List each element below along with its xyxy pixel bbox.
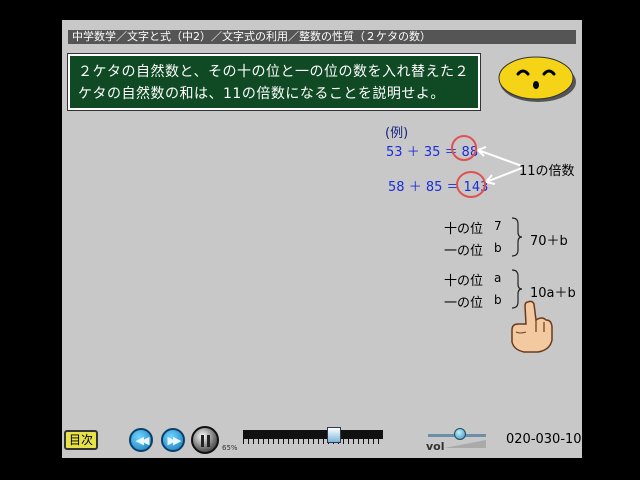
pointing-hand-icon <box>511 300 553 353</box>
seek-track <box>243 430 383 439</box>
eq1-op: ＋ <box>406 145 420 160</box>
volume-label: vol <box>426 440 445 453</box>
brace-icon-1 <box>511 217 523 257</box>
eq1-b: 35 <box>423 145 441 160</box>
app-stage: 中学数学／文字と式（中2）／文字式の利用／整数の性質（２ケタの数） ２ケタの自然… <box>0 0 640 480</box>
page-code: 020-030-10 <box>506 432 582 447</box>
volume-control[interactable]: vol <box>426 426 490 453</box>
tens-label-2: 十の位 <box>444 274 484 289</box>
fast-forward-button[interactable]: ▶▶ <box>161 428 185 452</box>
tens-value-1: 7 <box>494 219 502 233</box>
ones-value-2: b <box>494 293 502 307</box>
question-box: ２ケタの自然数と、その十の位と一の位の数を入れ替えた２ ケタの自然数の和は、11… <box>67 53 481 111</box>
ones-value-1: b <box>494 241 502 255</box>
eq2-a: 58 <box>388 180 405 195</box>
breadcrumb: 中学数学／文字と式（中2）／文字式の利用／整数の性質（２ケタの数） <box>68 30 576 44</box>
eq2-op: ＋ <box>408 180 422 195</box>
tens-label-1: 十の位 <box>444 222 484 237</box>
seek-ticks <box>243 439 383 444</box>
seek-slider[interactable] <box>243 427 383 444</box>
ones-label-1: 一の位 <box>444 244 484 259</box>
thinking-face-icon <box>498 56 576 102</box>
seek-thumb[interactable] <box>327 427 341 443</box>
question-line-1: ２ケタの自然数と、その十の位と一の位の数を入れ替えた２ <box>78 64 469 80</box>
ones-label-2: 一の位 <box>444 296 484 311</box>
volume-knob[interactable] <box>454 428 466 440</box>
pause-button[interactable] <box>191 426 219 454</box>
expression-1: 70＋b <box>530 234 568 249</box>
eq2-b: 85 <box>425 180 443 195</box>
pause-icon <box>201 435 210 447</box>
question-line-2: ケタの自然数の和は、11の倍数になることを説明せよ。 <box>78 86 445 102</box>
volume-wedge-icon <box>444 440 486 448</box>
rewind-button[interactable]: ◀◀ <box>129 428 153 452</box>
fast-forward-icon: ▶▶ <box>167 433 182 447</box>
multiple-of-11-label: 11の倍数 <box>519 164 575 179</box>
percent-readout: 65% <box>222 444 238 452</box>
example-label: (例) <box>385 126 409 141</box>
eq1-a: 53 <box>386 145 403 160</box>
rewind-icon: ◀◀ <box>135 433 150 447</box>
tens-value-2: a <box>494 271 502 285</box>
menu-button[interactable]: 目次 <box>64 430 98 450</box>
